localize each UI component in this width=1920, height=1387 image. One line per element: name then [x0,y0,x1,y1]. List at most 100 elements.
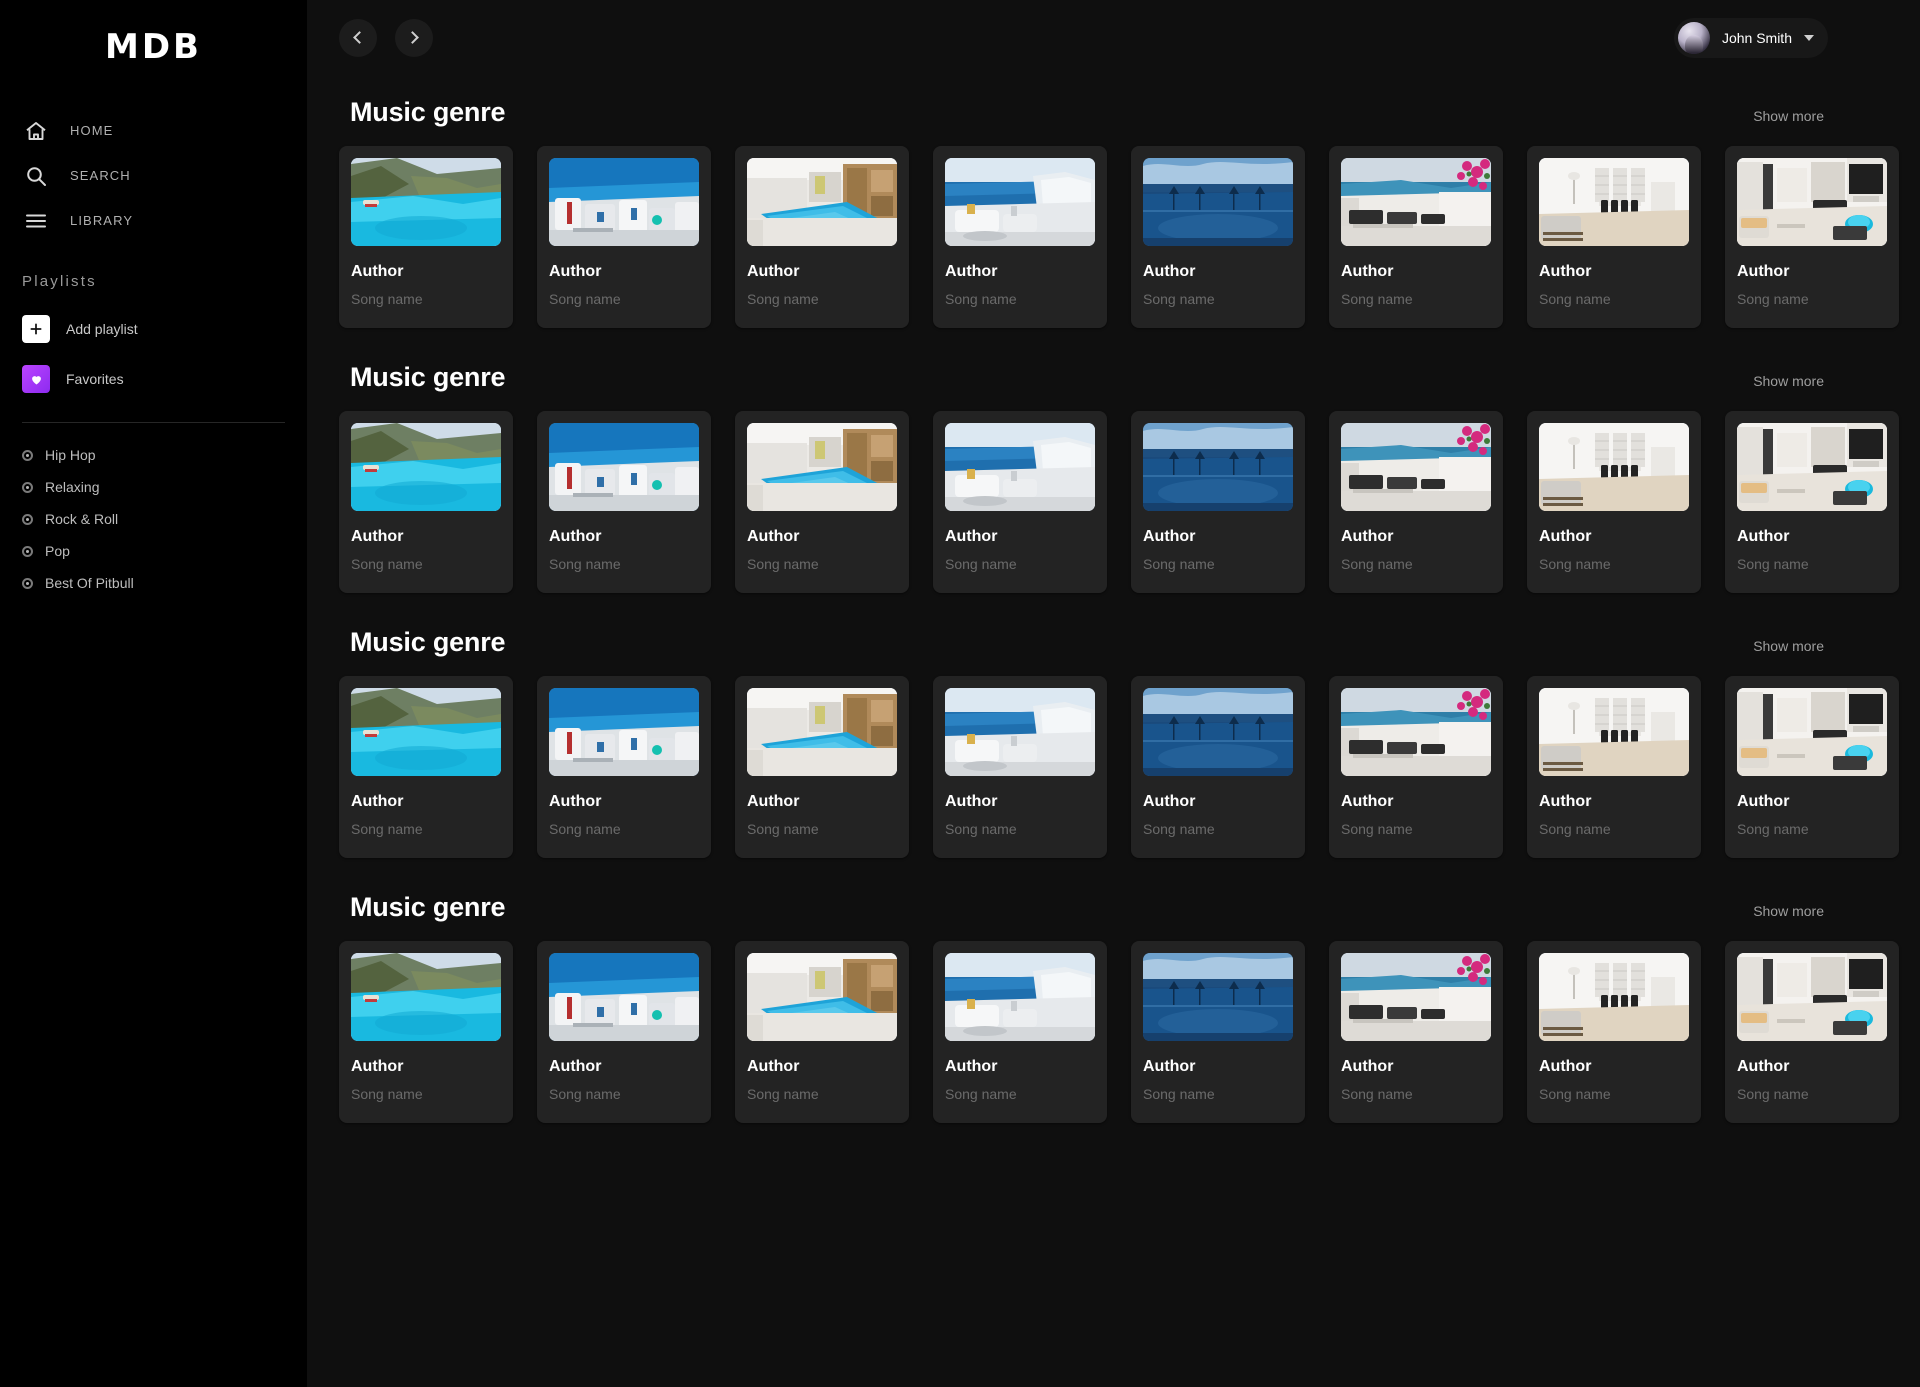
card-author: Author [945,528,998,545]
song-card[interactable]: Author Song name [339,411,513,593]
playlist-item-relaxing[interactable]: Relaxing [0,471,307,503]
song-card[interactable]: Author Song name [339,676,513,858]
section-header: Music genre Show more [339,75,1828,146]
song-card[interactable]: Author Song name [933,941,1107,1123]
song-card[interactable]: Author Song name [1725,941,1899,1123]
album-art [351,423,501,511]
sidebar-item-library[interactable]: LIBRARY [0,198,307,243]
song-card[interactable]: Author Song name [537,676,711,858]
card-song-name: Song name [1143,821,1215,837]
card-song-name: Song name [1737,556,1809,572]
card-author: Author [747,528,800,545]
card-author: Author [1143,263,1196,280]
user-menu[interactable]: John Smith [1673,17,1828,58]
song-card[interactable]: Author Song name [1131,941,1305,1123]
card-author: Author [1143,793,1196,810]
card-author: Author [351,793,404,810]
song-card[interactable]: Author Song name [1527,411,1701,593]
show-more-link[interactable]: Show more [1753,108,1824,124]
song-card[interactable]: Author Song name [537,941,711,1123]
song-card[interactable]: Author Song name [735,146,909,328]
record-icon [22,545,33,557]
playlist-item-hip-hop[interactable]: Hip Hop [0,439,307,471]
playlist-item-rock-and-roll[interactable]: Rock & Roll [0,503,307,535]
forward-button[interactable] [395,18,433,57]
card-song-name: Song name [351,821,423,837]
playlist-item-pop[interactable]: Pop [0,535,307,567]
sections-container: Music genre Show more Author Song name Autho… [307,75,1920,1123]
song-card[interactable]: Author Song name [1527,941,1701,1123]
album-art [1143,688,1293,776]
genre-section: Music genre Show more Author Song name Autho… [339,75,1899,328]
song-card[interactable]: Author Song name [1725,146,1899,328]
topbar: John Smith [307,0,1920,75]
card-song-name: Song name [351,556,423,572]
song-card[interactable]: Author Song name [1329,146,1503,328]
song-card[interactable]: Author Song name [933,146,1107,328]
record-icon [22,577,33,589]
add-playlist-button[interactable]: Add playlist [0,304,307,354]
song-card[interactable]: Author Song name [735,411,909,593]
sidebar-item-home[interactable]: HOME [0,108,307,153]
section-title: Music genre [350,97,506,127]
card-author: Author [1539,793,1592,810]
song-card[interactable]: Author Song name [1131,411,1305,593]
card-author: Author [1341,528,1394,545]
album-art [747,423,897,511]
home-icon [22,117,50,145]
song-card[interactable]: Author Song name [1329,941,1503,1123]
sidebar-item-search-label: SEARCH [70,168,131,183]
song-card[interactable]: Author Song name [1725,676,1899,858]
song-card[interactable]: Author Song name [1329,411,1503,593]
song-card[interactable]: Author Song name [1329,676,1503,858]
show-more-link[interactable]: Show more [1753,638,1824,654]
chevron-right-icon [406,31,419,44]
album-art [1539,158,1689,246]
playlist-item-best-of-pitbull[interactable]: Best Of Pitbull [0,567,307,599]
favorites-label: Favorites [66,371,124,387]
card-song-name: Song name [1143,291,1215,307]
song-card[interactable]: Author Song name [1131,676,1305,858]
chevron-down-icon[interactable] [1804,34,1814,41]
song-card[interactable]: Author Song name [933,411,1107,593]
song-card[interactable]: Author Song name [735,941,909,1123]
brand-logo[interactable]: MDB [0,0,307,64]
album-art [945,953,1095,1041]
song-card[interactable]: Author Song name [339,941,513,1123]
sidebar-item-search[interactable]: SEARCH [0,153,307,198]
section-title: Music genre [350,362,506,392]
section-header: Music genre Show more [339,340,1828,411]
card-author: Author [945,263,998,280]
card-author: Author [549,263,602,280]
card-author: Author [1539,1058,1592,1075]
song-card[interactable]: Author Song name [339,146,513,328]
card-song-name: Song name [945,556,1017,572]
song-card[interactable]: Author Song name [537,411,711,593]
sidebar-divider [22,422,285,423]
song-card[interactable]: Author Song name [537,146,711,328]
show-more-link[interactable]: Show more [1753,373,1824,389]
record-icon [22,481,33,493]
song-card[interactable]: Author Song name [1725,411,1899,593]
song-card[interactable]: Author Song name [1527,676,1701,858]
album-art [747,688,897,776]
card-author: Author [945,1058,998,1075]
card-song-name: Song name [945,821,1017,837]
card-song-name: Song name [1539,291,1611,307]
album-art [351,158,501,246]
playlist-item-label: Rock & Roll [45,511,119,527]
section-header: Music genre Show more [339,870,1828,941]
back-button[interactable] [339,18,377,57]
section-title: Music genre [350,892,506,922]
card-author: Author [351,263,404,280]
card-song-name: Song name [1341,556,1413,572]
song-card[interactable]: Author Song name [1527,146,1701,328]
song-card[interactable]: Author Song name [735,676,909,858]
song-card[interactable]: Author Song name [1131,146,1305,328]
show-more-link[interactable]: Show more [1753,903,1824,919]
playlists-heading: Playlists [22,273,97,290]
album-art [1539,423,1689,511]
song-card[interactable]: Author Song name [933,676,1107,858]
section-title: Music genre [350,627,506,657]
favorites-button[interactable]: Favorites [0,354,307,404]
